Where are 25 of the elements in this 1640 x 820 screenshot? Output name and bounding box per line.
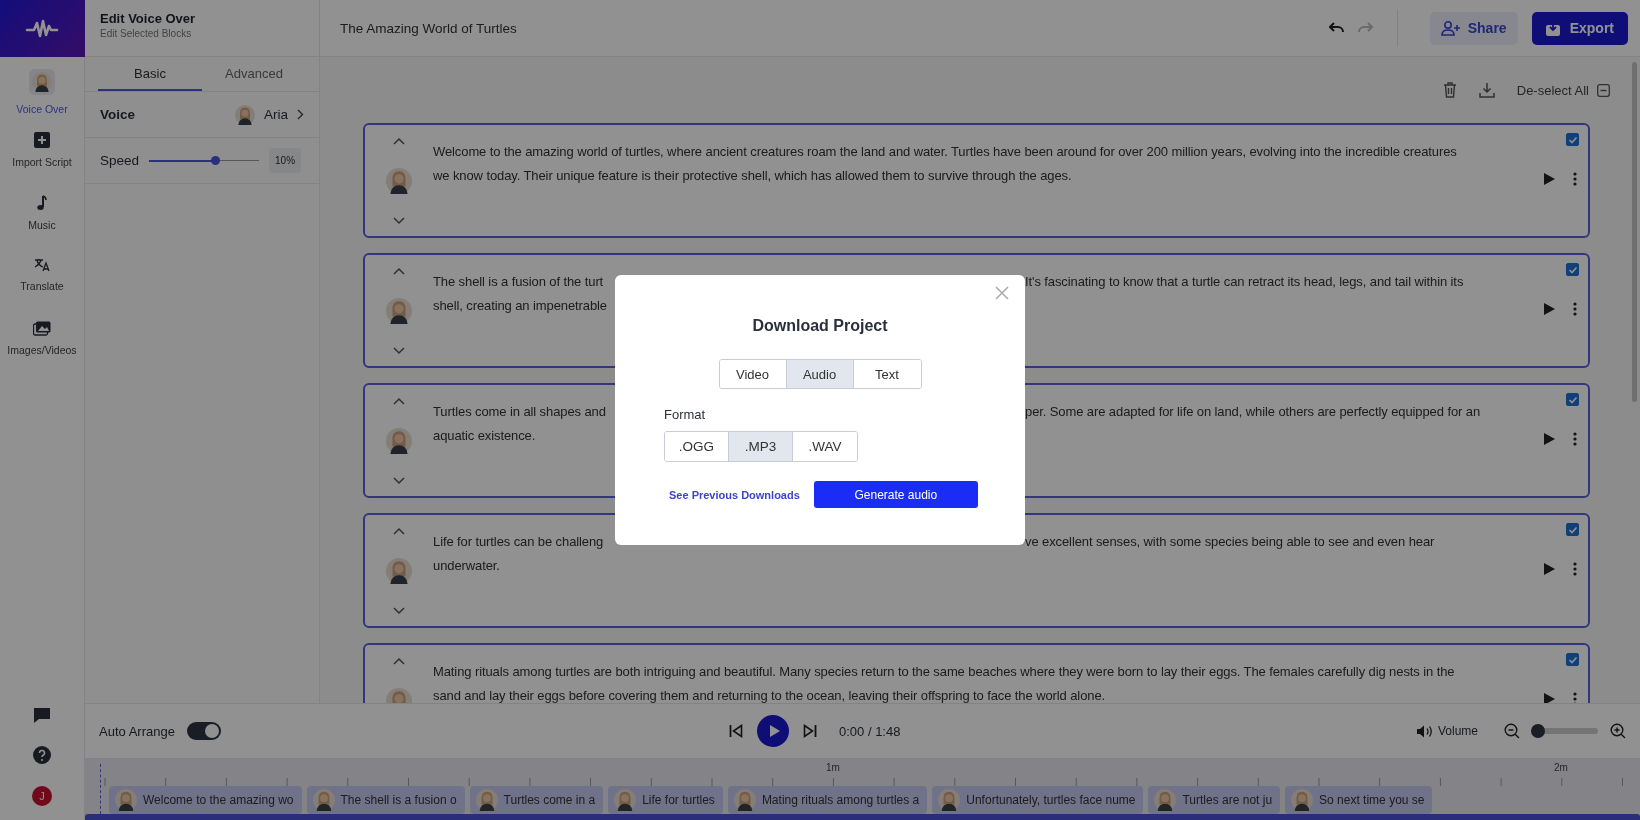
block-text: shell, creating an impenetrable: [433, 298, 607, 313]
time-marker: 2m: [1554, 762, 1568, 773]
block-text: sand and lay their eggs before covering them and returning to the ocean, leaving their offspring to face the world alone.: [433, 688, 1106, 703]
block-text: per. Some are adapted for life on land, while others are perfectly equipped for an: [1025, 403, 1481, 421]
voice-label: Voice: [100, 107, 136, 122]
block-text: we know today. Their unique feature is their protective shell, which has allowed them to survive through the ages.: [433, 168, 1072, 183]
dialog-title: Download Project: [752, 317, 888, 335]
block-text: aquatic existence.: [433, 428, 536, 443]
block-text: Turtles come in all shapes and: [433, 403, 606, 421]
block-text: Mating rituals among turtles are both intriguing and beautiful. Many species return to the same beaches where they were born to lay their eggs. The females carefully dig nests in the: [433, 664, 1455, 679]
time-marker: 1m: [826, 762, 840, 773]
speed-label: Speed: [100, 153, 140, 168]
format-label: Format: [664, 407, 706, 422]
block-text: Welcome to the amazing world of turtles, where ancient creatures roam the land and water. Turtles have been around for over 200 million years, evolving into the incredible creatures: [433, 144, 1457, 159]
project-title: The Amazing World of Turtles: [340, 20, 518, 36]
block-text: underwater.: [433, 558, 500, 573]
block-text: The shell is a fusion of the turt: [433, 273, 604, 291]
time-display: 0:00 / 1:48: [839, 723, 901, 739]
block-text: It's fascinating to know that a turtle can retract its head, legs, and tail within its: [1025, 273, 1464, 291]
speed-value: 10%: [269, 148, 302, 173]
block-text: Life for turtles can be challeng: [433, 533, 604, 551]
block-text: ve excellent senses, with some species being able to see and even hear: [1025, 533, 1435, 551]
auto-arrange-label: Auto Arrange: [99, 723, 175, 739]
panel-subtitle: Edit Selected Blocks: [100, 28, 193, 39]
panel-title: Edit Voice Over: [100, 11, 197, 26]
